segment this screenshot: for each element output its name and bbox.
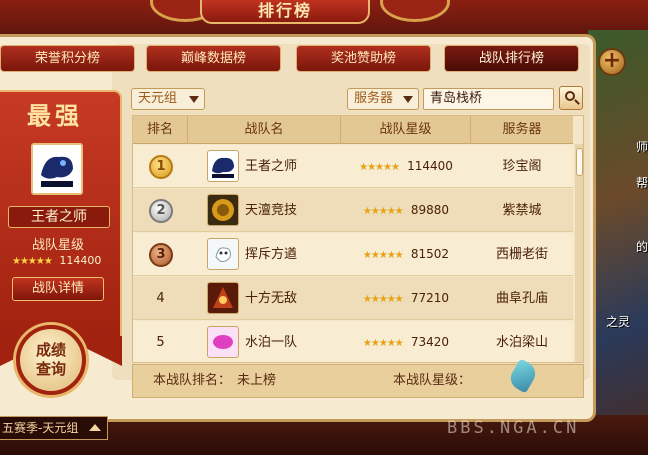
team-rating: ★★★★★ 73420 — [341, 321, 471, 362]
side-chat-text: 帮 — [636, 176, 648, 190]
rating-value: 73420 — [410, 335, 450, 349]
scrollbar-thumb[interactable] — [576, 148, 583, 176]
top-team-name: 王者之师 — [8, 206, 110, 228]
top-team-rating: ★★★★★ 114400 — [12, 254, 112, 267]
column-header-server: 服务器 — [502, 122, 542, 137]
table-row[interactable]: 4 十方无敌 ★★★★★ 77210 曲阜孔庙 — [133, 277, 573, 320]
rating-value: 89880 — [410, 203, 450, 217]
team-details-button[interactable]: 战队详情 — [12, 277, 104, 301]
watermark: BBS.NGA.CN — [447, 418, 580, 438]
side-chat-text: 之灵 — [606, 315, 631, 329]
table-row[interactable]: 5 水泊一队 ★★★★★ 73420 水泊梁山 — [133, 321, 573, 362]
star-rating-icon: ★★★★★ — [362, 338, 404, 349]
team-logo — [207, 326, 239, 358]
score-query-label: 成绩查询 — [35, 341, 66, 378]
team-rating: ★★★★★ 81502 — [341, 233, 471, 276]
rank-number: 5 — [156, 335, 165, 350]
rank-medal-bronze: 3 — [149, 243, 173, 267]
table-row[interactable]: 2 天澶竞技 ★★★★★ 89880 紫禁城 — [133, 189, 573, 232]
search-button[interactable] — [559, 86, 583, 110]
badge-title: 最强 — [27, 101, 83, 130]
top-team-rating-value: 114400 — [59, 254, 102, 267]
tab-prize-pool[interactable]: 奖池赞助榜 — [296, 45, 431, 72]
team-logo — [207, 282, 239, 314]
page-title: 排行榜 — [200, 0, 370, 24]
column-header-rank: 排名 — [133, 116, 188, 144]
table-scrollbar[interactable] — [575, 144, 583, 362]
column-header-team: 战队名 — [188, 116, 341, 144]
score-query-button[interactable]: 成绩查询 — [16, 325, 86, 395]
rank-medal-silver: 2 — [149, 199, 173, 223]
team-rating: ★★★★★ 114400 — [341, 145, 471, 188]
table-header: 排名 战队名 战队星级 服务器 — [133, 116, 573, 144]
team-name: 水泊一队 — [245, 335, 298, 350]
table-row[interactable]: 1 王者之师 ★★★★★ 114400 珍宝阁 — [133, 145, 573, 188]
server-search-input[interactable]: 青岛栈桥 — [423, 88, 554, 110]
rank-medal-gold: 1 — [149, 155, 173, 179]
team-logo — [207, 150, 239, 182]
star-rating-icon: ★★★★★ — [359, 162, 400, 173]
team-rating: ★★★★★ 77210 — [341, 277, 471, 320]
tab-honor-points[interactable]: 荣誉积分榜 — [0, 45, 135, 72]
server-name: 水泊梁山 — [495, 335, 548, 350]
my-rating-label: 本战队星级： — [393, 373, 472, 388]
group-select[interactable]: 天元组 — [131, 88, 205, 110]
close-icon[interactable]: + — [598, 48, 626, 76]
star-rating-icon: ★★★★★ — [12, 256, 53, 267]
rating-value: 81502 — [410, 247, 450, 261]
server-name: 珍宝阁 — [502, 159, 542, 174]
team-name: 天澶竞技 — [245, 203, 298, 218]
star-rating-icon: ★★★★★ — [362, 294, 404, 305]
chevron-down-icon — [189, 96, 199, 103]
season-selector[interactable]: 五赛季-天元组 — [0, 416, 108, 440]
season-label: 五赛季-天元组 — [2, 421, 79, 435]
side-chat-text: 的 — [636, 240, 648, 254]
star-rating-icon: ★★★★★ — [362, 206, 404, 217]
team-name: 十方无敌 — [245, 291, 298, 306]
column-header-rating: 战队星级 — [341, 116, 471, 144]
star-rating-icon: ★★★★★ — [362, 250, 404, 261]
server-select-label: 服务器 — [354, 91, 394, 106]
top-team-logo — [31, 143, 83, 195]
team-rating: ★★★★★ 89880 — [341, 189, 471, 232]
top-team-rating-label: 战队星级 — [31, 238, 84, 253]
server-select[interactable]: 服务器 — [347, 88, 419, 110]
tab-team-ranking[interactable]: 战队排行榜 — [444, 45, 579, 72]
chevron-up-icon — [89, 424, 101, 431]
server-name: 曲阜孔庙 — [495, 291, 548, 306]
team-name: 王者之师 — [245, 159, 298, 174]
tab-peak-data[interactable]: 巅峰数据榜 — [146, 45, 281, 72]
team-name: 挥斥方遒 — [245, 247, 298, 262]
my-rank-label: 本战队排名： — [153, 373, 232, 388]
team-logo — [207, 194, 239, 226]
team-logo — [207, 238, 239, 270]
rating-value: 114400 — [407, 159, 453, 173]
server-name: 西栅老街 — [495, 247, 548, 262]
chevron-down-icon — [403, 96, 413, 103]
group-select-value: 天元组 — [138, 91, 178, 106]
side-chat-text: 师 — [636, 140, 648, 154]
my-rank-value: 未上榜 — [237, 373, 277, 388]
server-name: 紫禁城 — [502, 203, 542, 218]
ranking-table: 排名 战队名 战队星级 服务器 1 王者之师 ★★★★★ 114400 珍宝阁 … — [132, 115, 584, 363]
rating-value: 77210 — [410, 291, 450, 305]
table-row[interactable]: 3 挥斥方遒 ★★★★★ 81502 西栅老街 — [133, 233, 573, 276]
rank-number: 4 — [156, 291, 165, 306]
